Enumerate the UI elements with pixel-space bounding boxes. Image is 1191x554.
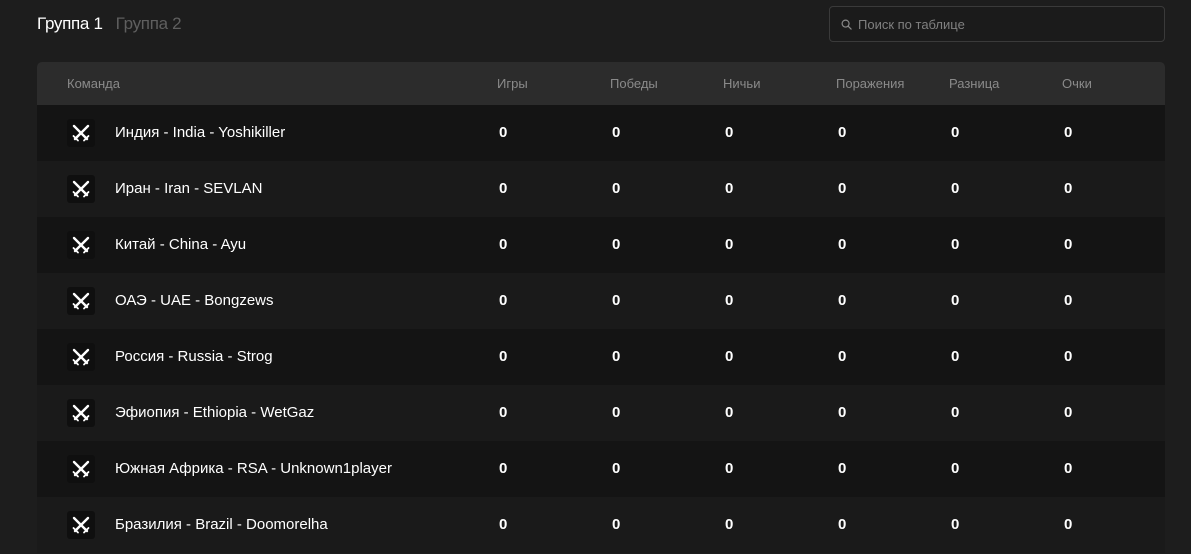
team-name[interactable]: Китай - China - Ayu [115,217,246,273]
diff-value: 0 [951,348,960,365]
table-row[interactable]: Бразилия - Brazil - Doomorelha 0 0 0 0 0… [37,497,1165,553]
points-value: 0 [1064,348,1073,365]
wins-value: 0 [612,460,621,477]
team-logo [67,175,95,203]
wins-value: 0 [612,180,621,197]
diff-value: 0 [951,236,960,253]
points-value: 0 [1064,404,1073,421]
losses-value: 0 [838,516,847,533]
losses-value: 0 [838,180,847,197]
tab-group-1[interactable]: Группа 1 [37,14,103,34]
games-value: 0 [499,348,508,365]
search-input[interactable] [858,16,1148,32]
table-row[interactable]: Индия - India - Yoshikiller 0 0 0 0 0 0 [37,105,1165,161]
points-value: 0 [1064,292,1073,309]
draws-value: 0 [725,460,734,477]
games-value: 0 [499,180,508,197]
wins-value: 0 [612,516,621,533]
table-row[interactable]: Иран - Iran - SEVLAN 0 0 0 0 0 0 [37,161,1165,217]
crossed-swords-icon [72,516,90,534]
draws-value: 0 [725,236,734,253]
team-logo [67,511,95,539]
team-logo [67,343,95,371]
points-value: 0 [1064,180,1073,197]
losses-value: 0 [838,124,847,141]
losses-value: 0 [838,236,847,253]
crossed-swords-icon [72,348,90,366]
losses-value: 0 [838,292,847,309]
losses-value: 0 [838,460,847,477]
standings-page: Группа 1 Группа 2 Команда Игры Победы Ни… [0,0,1191,554]
diff-value: 0 [951,292,960,309]
draws-value: 0 [725,516,734,533]
draws-value: 0 [725,348,734,365]
column-header-games[interactable]: Игры [497,62,528,105]
team-name[interactable]: Россия - Russia - Strog [115,329,273,385]
team-name[interactable]: Иран - Iran - SEVLAN [115,161,262,217]
points-value: 0 [1064,460,1073,477]
crossed-swords-icon [72,460,90,478]
losses-value: 0 [838,404,847,421]
team-name[interactable]: Южная Африка - RSA - Unknown1player [115,441,392,497]
wins-value: 0 [612,404,621,421]
team-logo [67,119,95,147]
games-value: 0 [499,404,508,421]
tab-group-2[interactable]: Группа 2 [116,14,182,34]
points-value: 0 [1064,516,1073,533]
column-header-diff[interactable]: Разница [949,62,999,105]
column-header-losses[interactable]: Поражения [836,62,904,105]
draws-value: 0 [725,404,734,421]
draws-value: 0 [725,124,734,141]
column-header-wins[interactable]: Победы [610,62,658,105]
team-logo [67,399,95,427]
team-name[interactable]: ОАЭ - UAE - Bongzews [115,273,274,329]
column-header-team[interactable]: Команда [67,62,120,105]
wins-value: 0 [612,348,621,365]
games-value: 0 [499,236,508,253]
team-logo [67,455,95,483]
table-row[interactable]: Китай - China - Ayu 0 0 0 0 0 0 [37,217,1165,273]
crossed-swords-icon [72,292,90,310]
draws-value: 0 [725,292,734,309]
diff-value: 0 [951,124,960,141]
team-name[interactable]: Бразилия - Brazil - Doomorelha [115,497,328,553]
games-value: 0 [499,516,508,533]
wins-value: 0 [612,292,621,309]
diff-value: 0 [951,180,960,197]
table-body: Индия - India - Yoshikiller 0 0 0 0 0 0 … [37,105,1165,553]
team-name[interactable]: Индия - India - Yoshikiller [115,105,285,161]
group-tabs: Группа 1 Группа 2 [37,13,182,35]
table-row[interactable]: Южная Африка - RSA - Unknown1player 0 0 … [37,441,1165,497]
points-value: 0 [1064,124,1073,141]
losses-value: 0 [838,348,847,365]
draws-value: 0 [725,180,734,197]
team-logo [67,287,95,315]
crossed-swords-icon [72,124,90,142]
wins-value: 0 [612,124,621,141]
table-row[interactable]: Россия - Russia - Strog 0 0 0 0 0 0 [37,329,1165,385]
column-header-points[interactable]: Очки [1062,62,1092,105]
search-icon [841,19,852,30]
team-name[interactable]: Эфиопия - Ethiopia - WetGaz [115,385,314,441]
games-value: 0 [499,460,508,477]
table-search[interactable] [829,6,1165,42]
diff-value: 0 [951,460,960,477]
crossed-swords-icon [72,180,90,198]
diff-value: 0 [951,516,960,533]
team-logo [67,231,95,259]
diff-value: 0 [951,404,960,421]
points-value: 0 [1064,236,1073,253]
standings-table: Команда Игры Победы Ничьи Поражения Разн… [37,62,1165,553]
crossed-swords-icon [72,236,90,254]
column-header-draws[interactable]: Ничьи [723,62,760,105]
table-row[interactable]: Эфиопия - Ethiopia - WetGaz 0 0 0 0 0 0 [37,385,1165,441]
table-header: Команда Игры Победы Ничьи Поражения Разн… [37,62,1165,105]
games-value: 0 [499,292,508,309]
table-row[interactable]: ОАЭ - UAE - Bongzews 0 0 0 0 0 0 [37,273,1165,329]
crossed-swords-icon [72,404,90,422]
games-value: 0 [499,124,508,141]
wins-value: 0 [612,236,621,253]
